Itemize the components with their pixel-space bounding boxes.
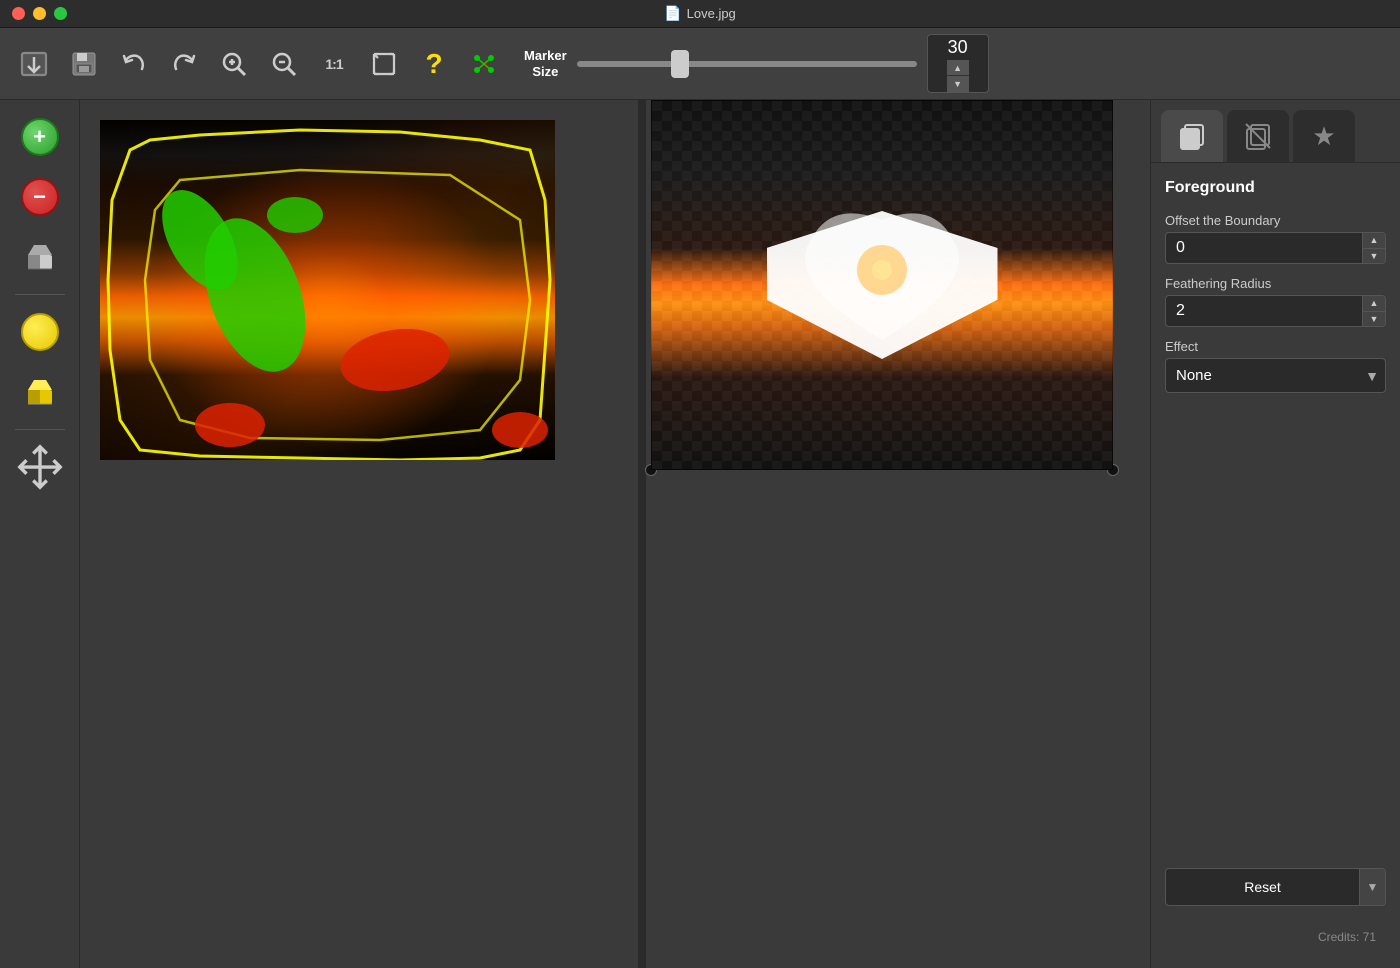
- eraser-yellow-icon: [24, 376, 56, 408]
- move-button[interactable]: [13, 440, 67, 494]
- subtract-icon: [1243, 121, 1273, 151]
- green-circle-icon: +: [21, 118, 59, 156]
- left-canvas[interactable]: [100, 120, 555, 460]
- offset-boundary-group: Offset the Boundary ▲ ▼: [1165, 213, 1386, 264]
- panel-spacer: [1165, 405, 1386, 856]
- right-canvas-image[interactable]: [651, 100, 1113, 470]
- copy-icon: [1177, 121, 1207, 151]
- zoom-1-1-button[interactable]: 1:1: [312, 42, 356, 86]
- offset-arrows: ▲ ▼: [1362, 233, 1385, 263]
- toolbar-separator-1: [15, 294, 65, 295]
- tab-subtract[interactable]: [1227, 110, 1289, 162]
- effect-select[interactable]: None Shadow Glow Outline: [1166, 359, 1359, 392]
- minimize-button[interactable]: [33, 7, 46, 20]
- left-canvas-container: [100, 120, 555, 460]
- offset-up-button[interactable]: ▲: [1363, 233, 1385, 249]
- traffic-lights: [12, 7, 67, 20]
- reset-row: Reset ▼: [1165, 868, 1386, 906]
- fit-button[interactable]: [362, 42, 406, 86]
- erase-color-button[interactable]: [13, 365, 67, 419]
- reset-button[interactable]: Reset: [1166, 869, 1359, 905]
- marker-size-up[interactable]: ▲: [947, 60, 969, 76]
- right-canvas-container: [651, 100, 1113, 470]
- tab-star[interactable]: ★: [1293, 110, 1355, 162]
- zoom-out-button[interactable]: [262, 42, 306, 86]
- offset-down-button[interactable]: ▼: [1363, 249, 1385, 264]
- marker-size-arrows: ▲ ▼: [947, 60, 969, 92]
- panel-content: Foreground Offset the Boundary ▲ ▼ Feath…: [1151, 163, 1400, 968]
- eraser-white-icon: [24, 241, 56, 273]
- effect-group: Effect None Shadow Glow Outline ▼: [1165, 339, 1386, 393]
- right-overlay-svg: [651, 100, 1113, 470]
- canvas-area: [80, 100, 1150, 968]
- section-title-foreground: Foreground: [1165, 179, 1386, 197]
- yellow-circle-icon: [21, 313, 59, 351]
- erase-foreground-button[interactable]: [13, 230, 67, 284]
- move-icon: [13, 440, 67, 494]
- redo-button[interactable]: [162, 42, 206, 86]
- toolbar: 1:1 ?: [0, 28, 1400, 100]
- effect-select-row: None Shadow Glow Outline ▼: [1165, 358, 1386, 393]
- left-toolbar: + −: [0, 100, 80, 968]
- save-button[interactable]: [62, 42, 106, 86]
- close-button[interactable]: [12, 7, 25, 20]
- effect-dropdown-arrow: ▼: [1359, 368, 1385, 384]
- marker-size-value: 30: [928, 35, 988, 60]
- marker-size-label: Marker Size: [524, 48, 567, 79]
- doc-icon: 📄: [664, 5, 681, 22]
- feathering-arrows: ▲ ▼: [1362, 296, 1385, 326]
- title-bar: 📄 Love.jpg: [0, 0, 1400, 28]
- right-panel: ★ Foreground Offset the Boundary ▲ ▼ Fea…: [1150, 100, 1400, 968]
- marker-size-down[interactable]: ▼: [947, 76, 969, 92]
- feathering-radius-group: Feathering Radius ▲ ▼: [1165, 276, 1386, 327]
- network-button[interactable]: [462, 42, 506, 86]
- marker-size-group: Marker Size 30 ▲ ▼: [524, 34, 989, 93]
- toolbar-separator-2: [15, 429, 65, 430]
- feathering-label: Feathering Radius: [1165, 276, 1386, 291]
- window-title: 📄 Love.jpg: [664, 5, 736, 22]
- reset-dropdown-button[interactable]: ▼: [1359, 869, 1385, 905]
- add-foreground-button[interactable]: +: [13, 110, 67, 164]
- maximize-button[interactable]: [54, 7, 67, 20]
- download-button[interactable]: [12, 42, 56, 86]
- red-circle-icon: −: [21, 178, 59, 216]
- marker-size-value-group: 30 ▲ ▼: [927, 34, 989, 93]
- canvas-divider: [638, 100, 646, 968]
- offset-label: Offset the Boundary: [1165, 213, 1386, 228]
- feathering-value-input[interactable]: [1166, 296, 1362, 326]
- zoom-in-button[interactable]: [212, 42, 256, 86]
- effect-label: Effect: [1165, 339, 1386, 354]
- feathering-up-button[interactable]: ▲: [1363, 296, 1385, 312]
- feathering-down-button[interactable]: ▼: [1363, 312, 1385, 327]
- help-button[interactable]: ?: [412, 42, 456, 86]
- undo-button[interactable]: [112, 42, 156, 86]
- color-marker-button[interactable]: [13, 305, 67, 359]
- add-background-button[interactable]: −: [13, 170, 67, 224]
- tab-copy[interactable]: [1161, 110, 1223, 162]
- credits-text: Credits: 71: [1165, 926, 1386, 952]
- marker-size-slider[interactable]: [577, 61, 917, 67]
- panel-tabs: ★: [1151, 100, 1400, 163]
- offset-input-row: ▲ ▼: [1165, 232, 1386, 264]
- main-layout: + −: [0, 100, 1400, 968]
- feathering-input-row: ▲ ▼: [1165, 295, 1386, 327]
- offset-value-input[interactable]: [1166, 233, 1362, 263]
